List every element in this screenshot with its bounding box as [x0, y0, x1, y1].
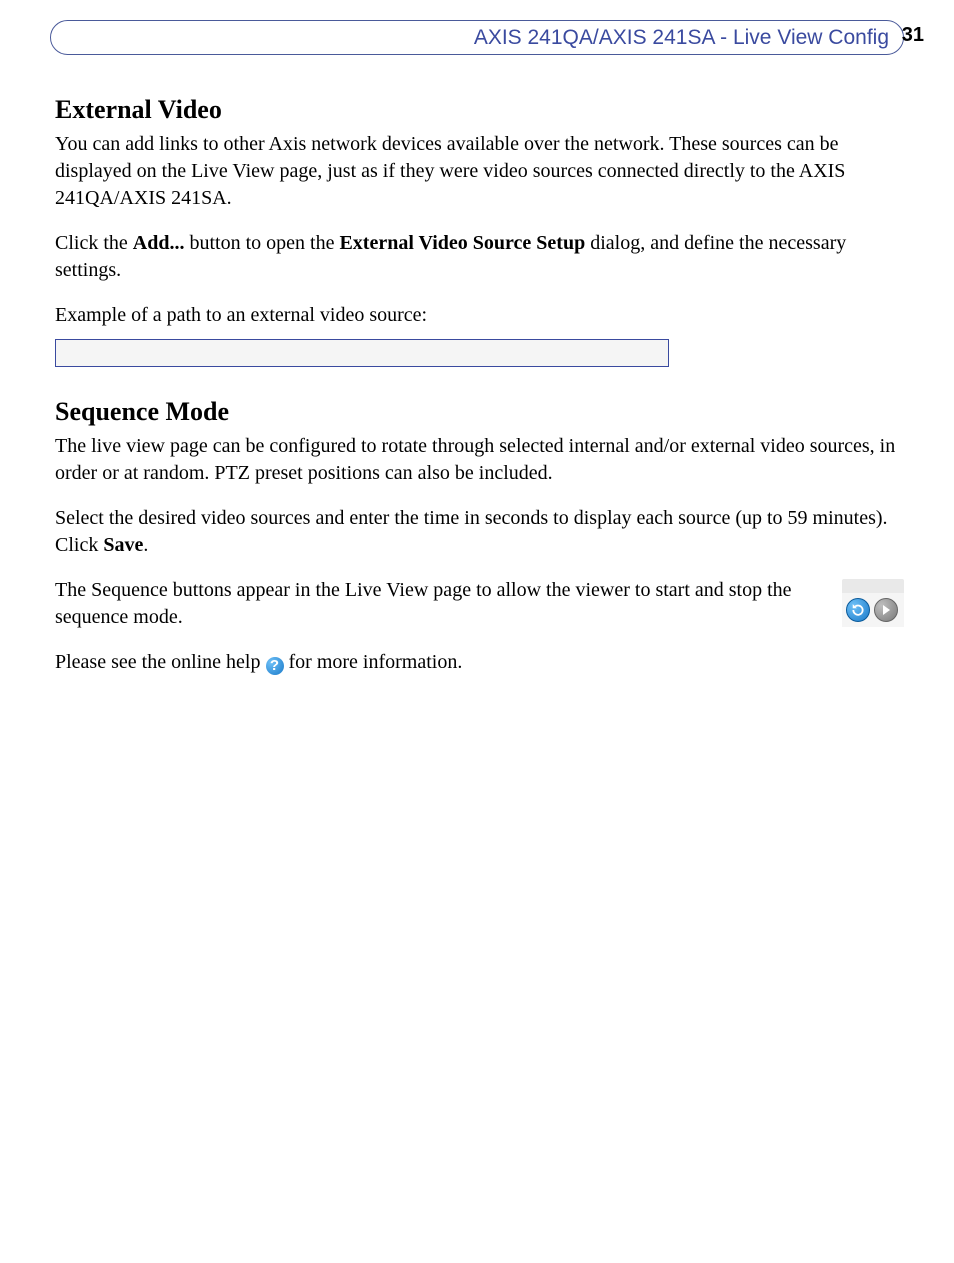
- text: .: [143, 534, 148, 556]
- paragraph: The Sequence buttons appear in the Live …: [55, 577, 822, 631]
- help-icon: ?: [266, 657, 284, 675]
- paragraph: Select the desired video sources and ent…: [55, 505, 904, 559]
- paragraph: Click the Add... button to open the Exte…: [55, 230, 904, 284]
- page-number: 31: [902, 24, 924, 47]
- sequence-buttons-preview: [842, 577, 904, 627]
- paragraph: Please see the online help ? for more in…: [55, 649, 904, 676]
- heading-external-video: External Video: [55, 95, 904, 125]
- play-icon: [874, 598, 898, 622]
- text-bold: Save: [103, 534, 143, 556]
- text: button to open the: [184, 232, 339, 254]
- text-bold: External Video Source Setup: [339, 232, 585, 254]
- refresh-icon: [846, 598, 870, 622]
- paragraph: You can add links to other Axis network …: [55, 131, 904, 212]
- paragraph: Example of a path to an external video s…: [55, 302, 904, 329]
- document-page: 31 AXIS 241QA/AXIS 241SA - Live View Con…: [0, 0, 954, 1263]
- paragraph: The live view page can be configured to …: [55, 433, 904, 487]
- external-video-path-input[interactable]: [55, 339, 669, 367]
- page-header: AXIS 241QA/AXIS 241SA - Live View Config: [50, 20, 904, 55]
- text: Click the: [55, 232, 133, 254]
- header-title: AXIS 241QA/AXIS 241SA - Live View Config: [474, 26, 889, 50]
- text: Select the desired video sources and ent…: [55, 507, 888, 556]
- text-bold: Add...: [133, 232, 185, 254]
- text: Please see the online help: [55, 651, 266, 673]
- heading-sequence-mode: Sequence Mode: [55, 397, 904, 427]
- text: for more information.: [284, 651, 463, 673]
- preview-titlebar: [842, 579, 904, 593]
